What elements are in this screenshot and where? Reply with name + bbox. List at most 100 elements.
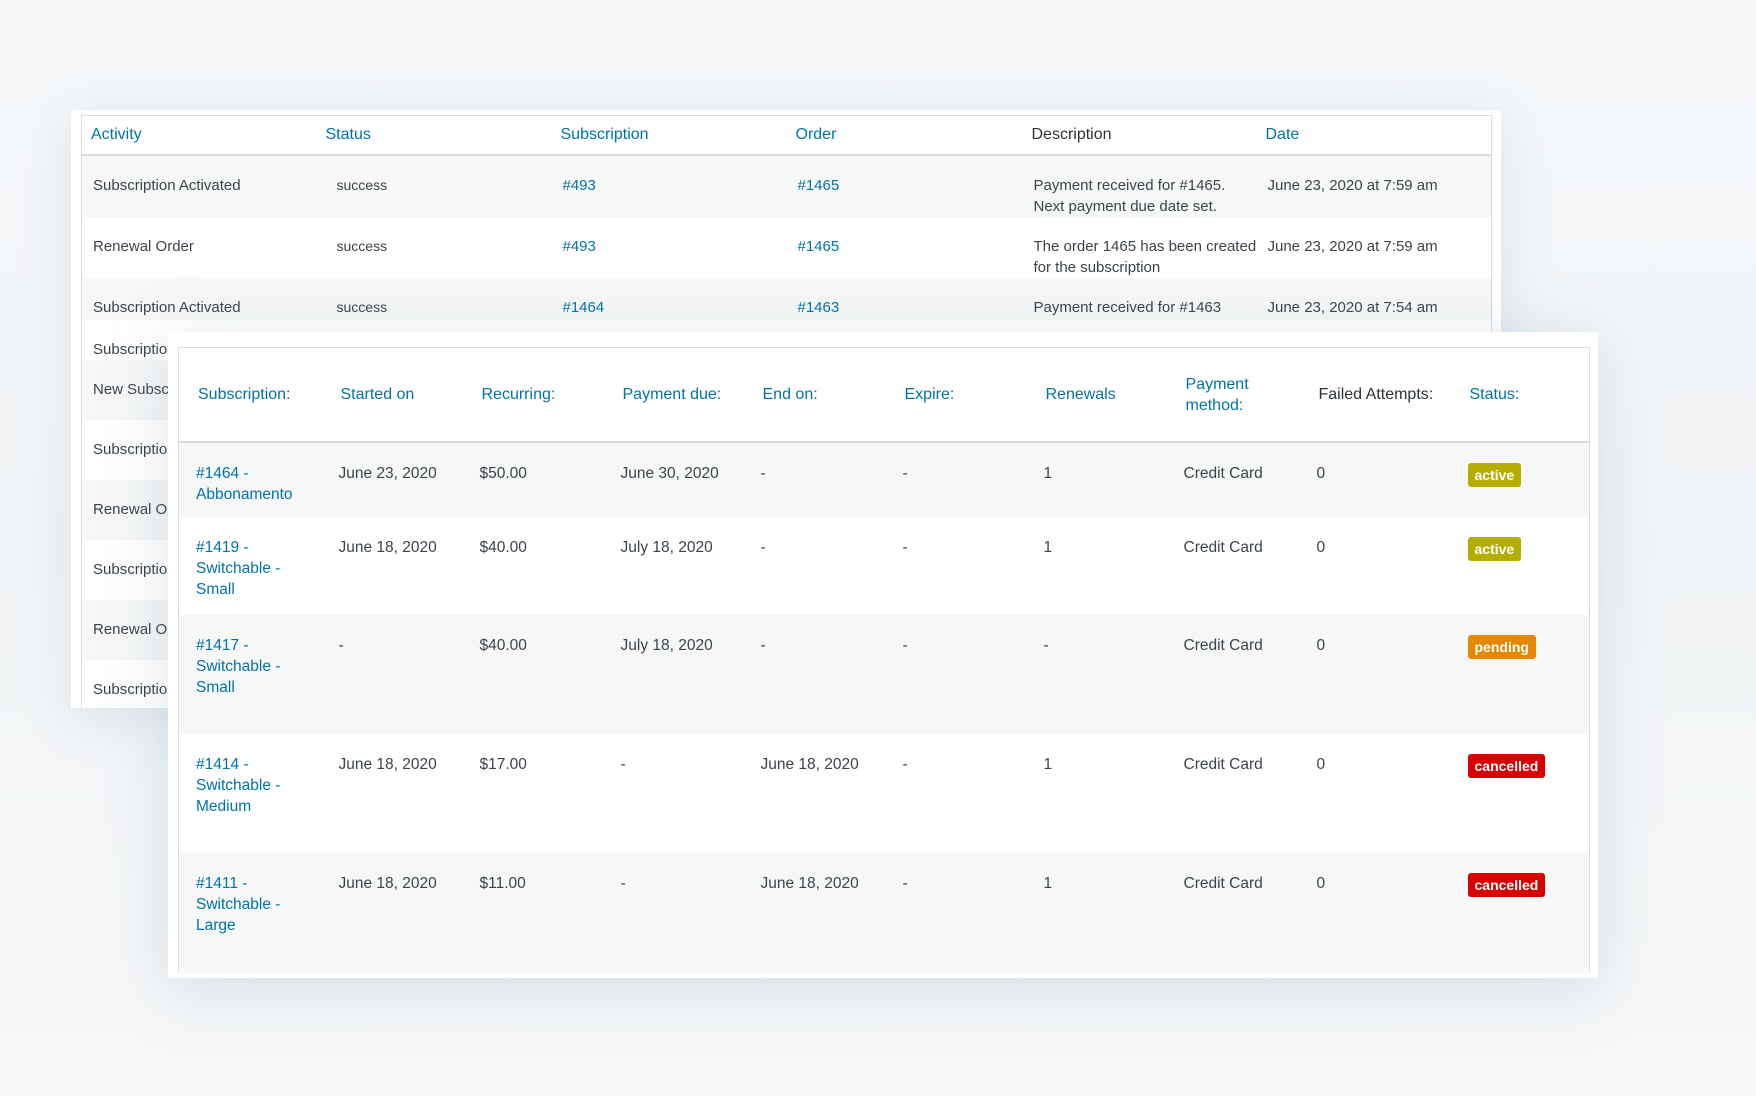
activity-cell-subscription: #493 bbox=[552, 217, 787, 278]
column-header-activity[interactable]: Activity bbox=[81, 115, 317, 156]
recurring-text: $40.00 bbox=[479, 637, 527, 654]
subscription-link[interactable]: #1411 - Switchable - Large bbox=[196, 875, 280, 934]
column-header-order[interactable]: Order bbox=[786, 115, 1023, 156]
subscription-link[interactable]: #493 bbox=[563, 238, 596, 255]
order-link[interactable]: #1465 bbox=[798, 177, 840, 194]
subscription-cell-end: - bbox=[743, 615, 886, 734]
end-text: - bbox=[760, 465, 766, 482]
activity-text: Subscriptio bbox=[93, 561, 168, 578]
subscriptions-table: Subscription: Started on Recurring: Payment… bbox=[178, 347, 1590, 973]
column-header-date[interactable]: Date bbox=[1256, 115, 1492, 156]
subscription-cell-failed: 0 bbox=[1300, 734, 1451, 853]
subscription-cell-subscription: #1417 - Switchable - Small bbox=[178, 615, 322, 734]
subscription-cell-renewals: - bbox=[1026, 615, 1167, 734]
recurring-text: $17.00 bbox=[479, 756, 527, 773]
subscription-cell-subscription: #1414 - Switchable - Medium bbox=[179, 734, 322, 853]
activity-text: Renewal Or bbox=[93, 501, 173, 518]
subscription-cell-failed: 0 bbox=[1299, 853, 1451, 973]
subscription-link[interactable]: #1414 - Switchable - Medium bbox=[196, 756, 280, 815]
expire-text: - bbox=[902, 637, 908, 654]
activity-cell-activity: Subscription Activated bbox=[81, 155, 317, 217]
activity-cell-order: #1463 bbox=[786, 278, 1023, 320]
column-header-renewals[interactable]: Renewals bbox=[1026, 347, 1167, 443]
subscription-cell-due: July 18, 2020 bbox=[603, 615, 744, 734]
column-header-payment-due[interactable]: Payment due: bbox=[603, 347, 744, 443]
date-text: June 23, 2020 at 7:54 am bbox=[1267, 299, 1438, 316]
column-header-recurring[interactable]: Recurring: bbox=[462, 347, 604, 443]
column-header-expire[interactable]: Expire: bbox=[885, 347, 1027, 443]
description-text: Payment received for #1463 bbox=[1033, 299, 1222, 316]
order-link[interactable]: #1463 bbox=[798, 299, 840, 316]
subscription-cell-due: July 18, 2020 bbox=[604, 517, 744, 615]
subscription-cell-method: Credit Card bbox=[1167, 517, 1300, 615]
subscription-cell-subscription: #1411 - Switchable - Large bbox=[178, 853, 322, 973]
failed-text: 0 bbox=[1316, 465, 1326, 482]
end-text: - bbox=[760, 637, 766, 654]
activity-cell-order: #1465 bbox=[786, 155, 1023, 217]
activity-text: Subscriptio bbox=[93, 441, 168, 458]
subscription-cell-due: June 30, 2020 bbox=[603, 442, 744, 517]
method-text: Credit Card bbox=[1183, 875, 1263, 892]
column-header-end-on[interactable]: End on: bbox=[743, 347, 886, 443]
date-text: June 23, 2020 at 7:59 am bbox=[1267, 238, 1438, 255]
order-link[interactable]: #1465 bbox=[798, 238, 840, 255]
column-header-started-on[interactable]: Started on bbox=[321, 347, 463, 443]
subscription-row: #1419 - Switchable - Small June 18, 2020 $… bbox=[179, 517, 1590, 615]
activity-cell-description: Payment received for #1465. Next payment… bbox=[1022, 155, 1257, 217]
failed-text: 0 bbox=[1316, 539, 1326, 556]
expire-text: - bbox=[902, 875, 908, 892]
activity-cell-date: June 23, 2020 at 7:59 am bbox=[1256, 155, 1492, 217]
activity-text: Subscriptio bbox=[93, 681, 168, 698]
subscription-link[interactable]: #1464 bbox=[563, 299, 605, 316]
due-text: July 18, 2020 bbox=[620, 539, 713, 556]
column-header-status[interactable]: Status bbox=[316, 115, 552, 156]
due-text: - bbox=[620, 875, 626, 892]
status-badge: pending bbox=[1467, 635, 1536, 659]
subscription-cell-recurring: $40.00 bbox=[462, 615, 604, 734]
subscription-row: #1464 - Abbonamento June 23, 2020 $50.00 Ju… bbox=[178, 442, 1590, 517]
column-header-status[interactable]: Status: bbox=[1450, 347, 1590, 443]
subscription-link[interactable]: #1417 - Switchable - Small bbox=[196, 637, 280, 696]
subscription-cell-renewals: 1 bbox=[1027, 734, 1167, 853]
subscription-cell-end: - bbox=[744, 517, 886, 615]
subscription-cell-started: June 18, 2020 bbox=[322, 734, 463, 853]
activity-cell-subscription: #1464 bbox=[551, 278, 787, 320]
subscription-row: #1417 - Switchable - Small - $40.00 July 18… bbox=[178, 615, 1590, 734]
status-text: success bbox=[336, 238, 388, 254]
status-badge: cancelled bbox=[1467, 754, 1546, 778]
activity-text: Renewal Or bbox=[93, 621, 173, 638]
subscription-cell-status: cancelled bbox=[1451, 734, 1590, 853]
failed-text: 0 bbox=[1316, 875, 1326, 892]
subscription-cell-expire: - bbox=[886, 734, 1027, 853]
subscription-cell-status: cancelled bbox=[1450, 853, 1590, 973]
end-text: June 18, 2020 bbox=[760, 756, 859, 773]
recurring-text: $50.00 bbox=[479, 465, 527, 482]
subscription-cell-due: - bbox=[604, 734, 744, 853]
renewals-text: 1 bbox=[1043, 756, 1053, 773]
activity-cell-date: June 23, 2020 at 7:54 am bbox=[1256, 278, 1492, 320]
subscription-cell-renewals: 1 bbox=[1026, 853, 1167, 973]
column-header-subscription[interactable]: Subscription: bbox=[178, 347, 322, 443]
subscription-cell-started: June 18, 2020 bbox=[321, 853, 463, 973]
column-header-failed-attempts: Failed Attempts: bbox=[1299, 347, 1451, 443]
subscription-cell-failed: 0 bbox=[1299, 442, 1451, 517]
renewals-text: 1 bbox=[1043, 465, 1053, 482]
subscription-cell-started: June 23, 2020 bbox=[321, 442, 463, 517]
started-text: June 18, 2020 bbox=[338, 539, 437, 556]
subscription-link[interactable]: #493 bbox=[563, 177, 596, 194]
end-text: - bbox=[760, 539, 766, 556]
subscription-cell-end: June 18, 2020 bbox=[743, 853, 886, 973]
column-header-payment-method[interactable]: Payment method: bbox=[1166, 347, 1300, 443]
subscription-cell-method: Credit Card bbox=[1166, 853, 1300, 973]
column-header-subscription[interactable]: Subscription bbox=[551, 115, 787, 156]
activity-text: New Subsc bbox=[93, 381, 169, 398]
activity-cell-description: The order 1465 has been created for the … bbox=[1023, 217, 1257, 278]
subscription-link[interactable]: #1419 - Switchable - Small bbox=[196, 539, 280, 598]
status-badge: cancelled bbox=[1467, 873, 1546, 897]
subscription-link[interactable]: #1464 - Abbonamento bbox=[196, 465, 293, 503]
subscription-cell-due: - bbox=[603, 853, 744, 973]
subscription-cell-renewals: 1 bbox=[1026, 442, 1167, 517]
subscription-cell-recurring: $11.00 bbox=[462, 853, 604, 973]
started-text: - bbox=[338, 637, 344, 654]
subscription-cell-recurring: $50.00 bbox=[462, 442, 604, 517]
